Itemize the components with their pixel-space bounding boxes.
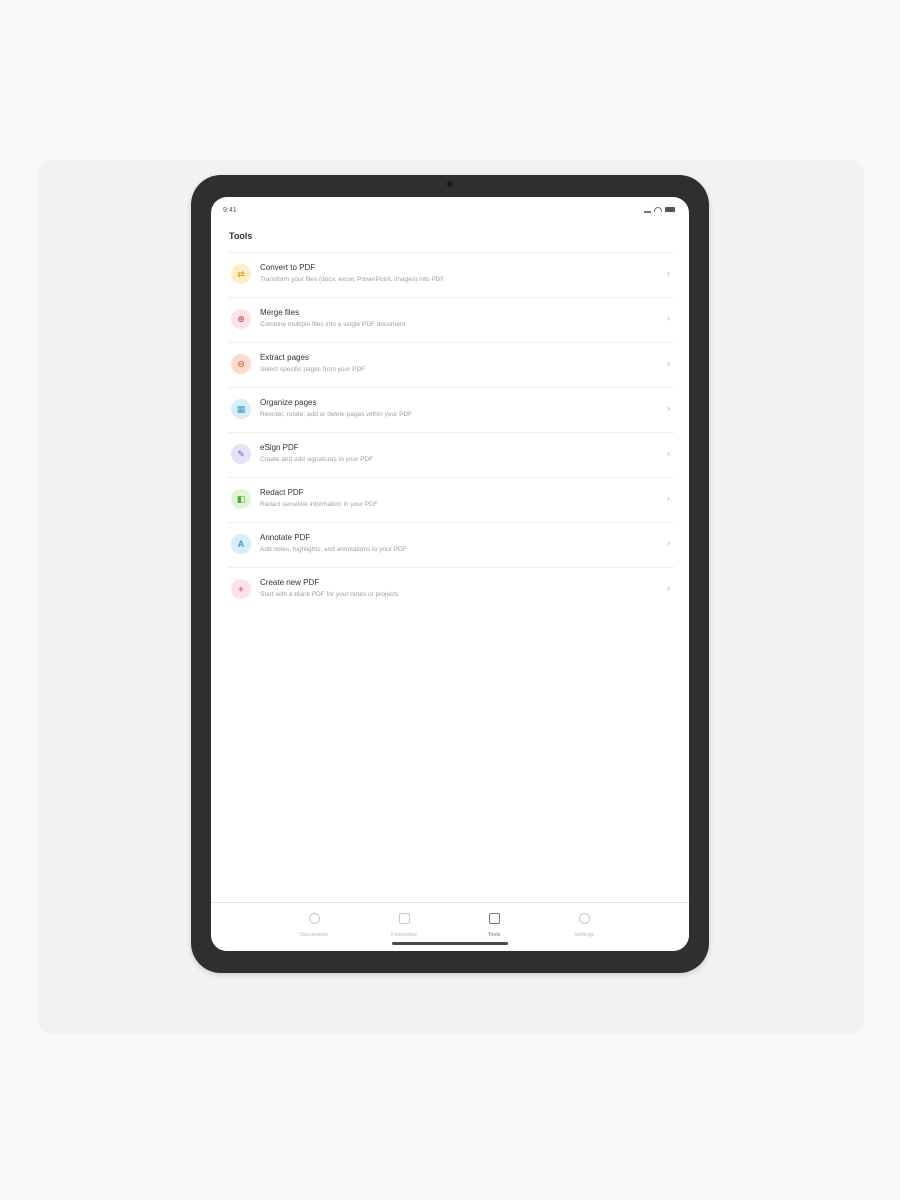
create-icon: + — [231, 579, 251, 599]
chevron-right-icon: › — [667, 358, 670, 368]
tool-title: Create new PDF — [260, 578, 320, 587]
tool-subtitle: Start with a blank PDF for your notes or… — [260, 591, 399, 598]
tool-title: Extract pages — [260, 353, 309, 362]
tool-row-annotate[interactable]: A Annotate PDF Add notes, highlights, an… — [228, 522, 674, 567]
tool-row-merge[interactable]: ⊕ Merge files Combine multiple files int… — [228, 297, 674, 342]
tab-settings[interactable]: Settings — [554, 911, 614, 938]
tool-subtitle: Select specific pages from your PDF — [260, 366, 366, 373]
tab-documents[interactable]: Documents — [284, 911, 344, 938]
favourites-icon — [398, 913, 410, 924]
tool-subtitle: Add notes, highlights, and annotations t… — [260, 546, 407, 553]
tab-label: Settings — [574, 932, 594, 938]
tab-label: Documents — [300, 932, 328, 938]
tool-row-organize[interactable]: ▦ Organize pages Reorder, rotate, add or… — [228, 387, 674, 432]
tool-title: Merge files — [260, 308, 300, 317]
tool-row-extract[interactable]: ⊖ Extract pages Select specific pages fr… — [228, 342, 674, 387]
chevron-right-icon: › — [667, 538, 670, 548]
tool-subtitle: Create and add signatures to your PDF — [260, 456, 374, 463]
tools-icon — [488, 913, 500, 924]
chevron-right-icon: › — [667, 313, 670, 323]
tool-subtitle: Reorder, rotate, add or delete pages wit… — [260, 411, 413, 418]
battery-icon — [665, 207, 675, 212]
documents-icon — [308, 913, 320, 924]
tab-favourites[interactable]: Favourites — [374, 911, 434, 938]
status-icons — [644, 206, 675, 213]
chevron-right-icon: › — [667, 403, 670, 413]
chevron-right-icon: › — [667, 493, 670, 503]
chevron-right-icon: › — [667, 583, 670, 593]
chevron-right-icon: › — [667, 268, 670, 278]
tool-row-redact[interactable]: ◧ Redact PDF Redact sensitive informatio… — [228, 477, 674, 522]
tab-tools[interactable]: Tools — [464, 911, 524, 938]
tool-title: eSign PDF — [260, 443, 299, 452]
tool-subtitle: Transform your files (docx, excel, Power… — [260, 276, 445, 283]
redact-icon: ◧ — [231, 489, 251, 509]
tool-title: Convert to PDF — [260, 263, 316, 272]
camera — [447, 181, 453, 187]
tool-subtitle: Combine multiple files into a single PDF… — [260, 321, 406, 328]
signal-icon — [644, 206, 651, 213]
tools-list: ⇄ Convert to PDF Transform your files (d… — [228, 252, 674, 612]
chevron-right-icon: › — [667, 448, 670, 458]
tool-row-create[interactable]: + Create new PDF Start with a blank PDF … — [228, 567, 674, 612]
merge-icon: ⊕ — [231, 309, 251, 329]
page-title: Tools — [229, 231, 253, 241]
tool-row-esign[interactable]: ✎ eSign PDF Create and add signatures to… — [228, 432, 674, 477]
tab-label: Tools — [487, 932, 501, 938]
settings-icon — [578, 913, 590, 924]
tool-row-convert[interactable]: ⇄ Convert to PDF Transform your files (d… — [228, 252, 674, 297]
tool-title: Organize pages — [260, 398, 317, 407]
app-screen: 9:41 Tools ⇄ Convert to PDF Transform yo… — [211, 197, 689, 951]
convert-icon: ⇄ — [231, 264, 251, 284]
tool-title: Annotate PDF — [260, 533, 311, 542]
organize-icon: ▦ — [231, 399, 251, 419]
extract-icon: ⊖ — [231, 354, 251, 374]
wifi-icon — [654, 207, 662, 212]
tab-label: Favourites — [391, 932, 417, 938]
tool-subtitle: Redact sensitive information in your PDF — [260, 501, 378, 508]
status-time: 9:41 — [223, 207, 237, 214]
tool-title: Redact PDF — [260, 488, 304, 497]
esign-icon: ✎ — [231, 444, 251, 464]
annotate-icon: A — [231, 534, 251, 554]
home-indicator — [392, 942, 508, 945]
status-bar: 9:41 — [211, 197, 689, 221]
